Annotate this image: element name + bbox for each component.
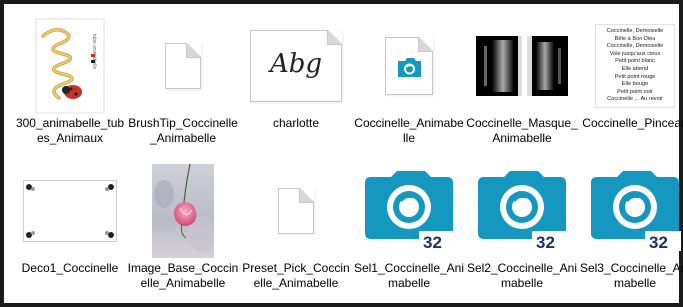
pink-flower-thumbnail xyxy=(127,163,239,259)
badge-number: 32 xyxy=(649,233,668,251)
psp-selection-32-icon: 32 xyxy=(579,163,683,259)
psp-selection-32-icon: 32 xyxy=(353,163,465,259)
font-preview-text: Abg xyxy=(269,49,323,79)
file-name: Preset_Pick_Coccinelle_Animabelle xyxy=(242,261,350,290)
file-name: Coccinelle_Pinceau xyxy=(582,116,683,130)
poem-line: Elle attend xyxy=(621,65,649,72)
badge-number: 32 xyxy=(423,233,442,251)
psp-selection-32-icon: 32 xyxy=(466,163,578,259)
file-name: Sel2_Coccinelle_Animabelle xyxy=(466,261,578,290)
file-name: charlotte xyxy=(272,116,320,130)
psp-camera-file-icon xyxy=(353,18,465,114)
poem-line: Vole jusqu'aux cieux xyxy=(609,50,661,57)
generic-file-icon xyxy=(127,18,239,114)
poem-text-thumbnail: Coccinelle, Demoiselle Bête à Bon Dieu Coc… xyxy=(579,18,683,114)
generic-file-icon xyxy=(240,163,352,259)
file-name: Deco1_Coccinelle xyxy=(21,261,119,275)
poem-line: Petit point rouge xyxy=(614,73,656,80)
file-name: Coccinelle_Animabelle xyxy=(354,116,464,145)
poem-line: Elle bouge xyxy=(621,81,649,88)
spring-ladybug-tube-thumbnail: tube animabelle xyxy=(14,18,126,114)
poem-line: Coccinelle, Demoiselle xyxy=(606,43,664,50)
badge-number: 32 xyxy=(536,233,555,251)
file-name: 300_animabelle_tubes_Animaux xyxy=(15,116,125,145)
ladybug-corners-thumbnail xyxy=(14,163,126,259)
svg-text:tube animabelle: tube animabelle xyxy=(91,34,97,70)
file-grid: tube animabelle 300_animabelle_tubes_Ani… xyxy=(8,8,683,307)
mask-thumbnail xyxy=(466,18,578,114)
poem-line: Petit point blanc xyxy=(615,58,655,65)
file-browser-window: tube animabelle 300_animabelle_tubes_Ani… xyxy=(0,0,683,307)
file-name: Sel3_Coccinelle_Animabelle xyxy=(579,261,683,290)
poem-line: Petit point noir xyxy=(617,88,653,95)
font-file-icon: Abg xyxy=(240,18,352,114)
file-name: BrushTip_Coccinelle_Animabelle xyxy=(128,116,238,145)
poem-lines: Coccinelle, Demoiselle Bête à Bon Dieu Coc… xyxy=(596,28,674,104)
file-name: Sel1_Coccinelle_Animabelle xyxy=(353,261,465,290)
file-name: Coccinelle_Masque_Animabelle xyxy=(466,116,578,145)
poem-line: Bête à Bon Dieu xyxy=(614,35,656,42)
poem-line: Coccinelle, Demoiselle xyxy=(606,28,664,34)
poem-line: Coccinelle ... Au revoir xyxy=(607,96,663,103)
file-name: Image_Base_Coccinelle_Animabelle xyxy=(127,261,239,290)
